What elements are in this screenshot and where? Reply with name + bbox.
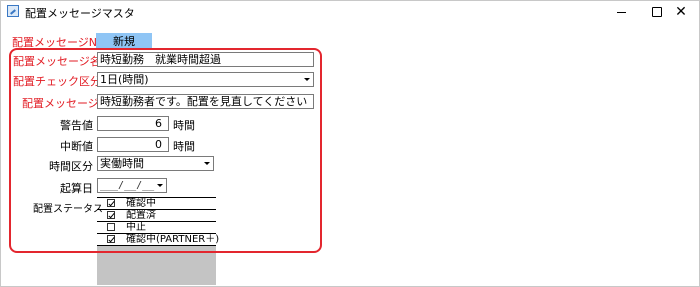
chevron-down-icon xyxy=(201,158,212,169)
message-input[interactable]: 時短勤務者です。配置を見直してください xyxy=(97,94,314,109)
check-type-value: 1日(時間) xyxy=(100,73,149,86)
message-label: 配置メッセージ xyxy=(22,97,99,110)
message-no-badge: 新規 xyxy=(96,33,152,48)
start-date-value: ___/__/__ xyxy=(100,180,155,191)
list-item[interactable]: 確認中 xyxy=(97,198,216,210)
window-title: 配置メッセージマスタ xyxy=(25,7,135,20)
status-item-label: 確認中(PARTNER＋) xyxy=(126,234,220,245)
status-checkbox-0[interactable] xyxy=(107,199,115,207)
message-name-label: 配置メッセージ名 xyxy=(13,55,101,68)
chevron-down-icon[interactable] xyxy=(154,180,165,191)
message-name-input[interactable]: 時短勤務 就業時間超過 xyxy=(97,52,314,67)
warning-unit: 時間 xyxy=(173,119,195,132)
interrupt-input[interactable]: 0 xyxy=(97,137,169,152)
minimize-icon xyxy=(616,11,626,13)
close-icon: ✕ xyxy=(675,4,687,20)
status-checkbox-3[interactable] xyxy=(107,235,115,243)
list-item[interactable]: 中止 xyxy=(97,222,216,234)
warning-label: 警告値 xyxy=(60,119,93,132)
list-item[interactable]: 配置済 xyxy=(97,210,216,222)
status-checkbox-1[interactable] xyxy=(107,211,115,219)
minimize-button[interactable] xyxy=(603,1,639,23)
status-item-label: 中止 xyxy=(126,222,146,233)
status-list-empty-area xyxy=(97,246,216,285)
interrupt-unit: 時間 xyxy=(173,140,195,153)
time-type-label: 時間区分 xyxy=(49,160,93,173)
title-bar: 配置メッセージマスタ ✕ xyxy=(1,1,699,23)
status-item-label: 確認中 xyxy=(126,198,156,209)
check-type-select[interactable]: 1日(時間) xyxy=(97,72,314,87)
time-type-select[interactable]: 実働時間 xyxy=(97,156,214,171)
chevron-down-icon xyxy=(301,74,312,85)
start-date-label: 起算日 xyxy=(60,182,93,195)
status-item-label: 配置済 xyxy=(126,210,156,221)
maximize-icon xyxy=(652,7,662,17)
interrupt-label: 中断値 xyxy=(60,140,93,153)
app-icon xyxy=(7,5,19,17)
close-button[interactable]: ✕ xyxy=(663,1,699,23)
status-list: 確認中 配置済 中止 確認中(PARTNER＋) xyxy=(97,197,220,246)
check-type-label: 配置チェック区分 xyxy=(13,75,101,88)
message-no-label: 配置メッセージNO xyxy=(12,36,106,49)
status-checkbox-2[interactable] xyxy=(107,223,115,231)
start-date-input[interactable]: ___/__/__ xyxy=(97,178,167,193)
status-label: 配置ステータス xyxy=(33,204,103,215)
list-item[interactable]: 確認中(PARTNER＋) xyxy=(97,234,220,246)
time-type-value: 実働時間 xyxy=(100,157,144,170)
warning-input[interactable]: 6 xyxy=(97,116,169,131)
